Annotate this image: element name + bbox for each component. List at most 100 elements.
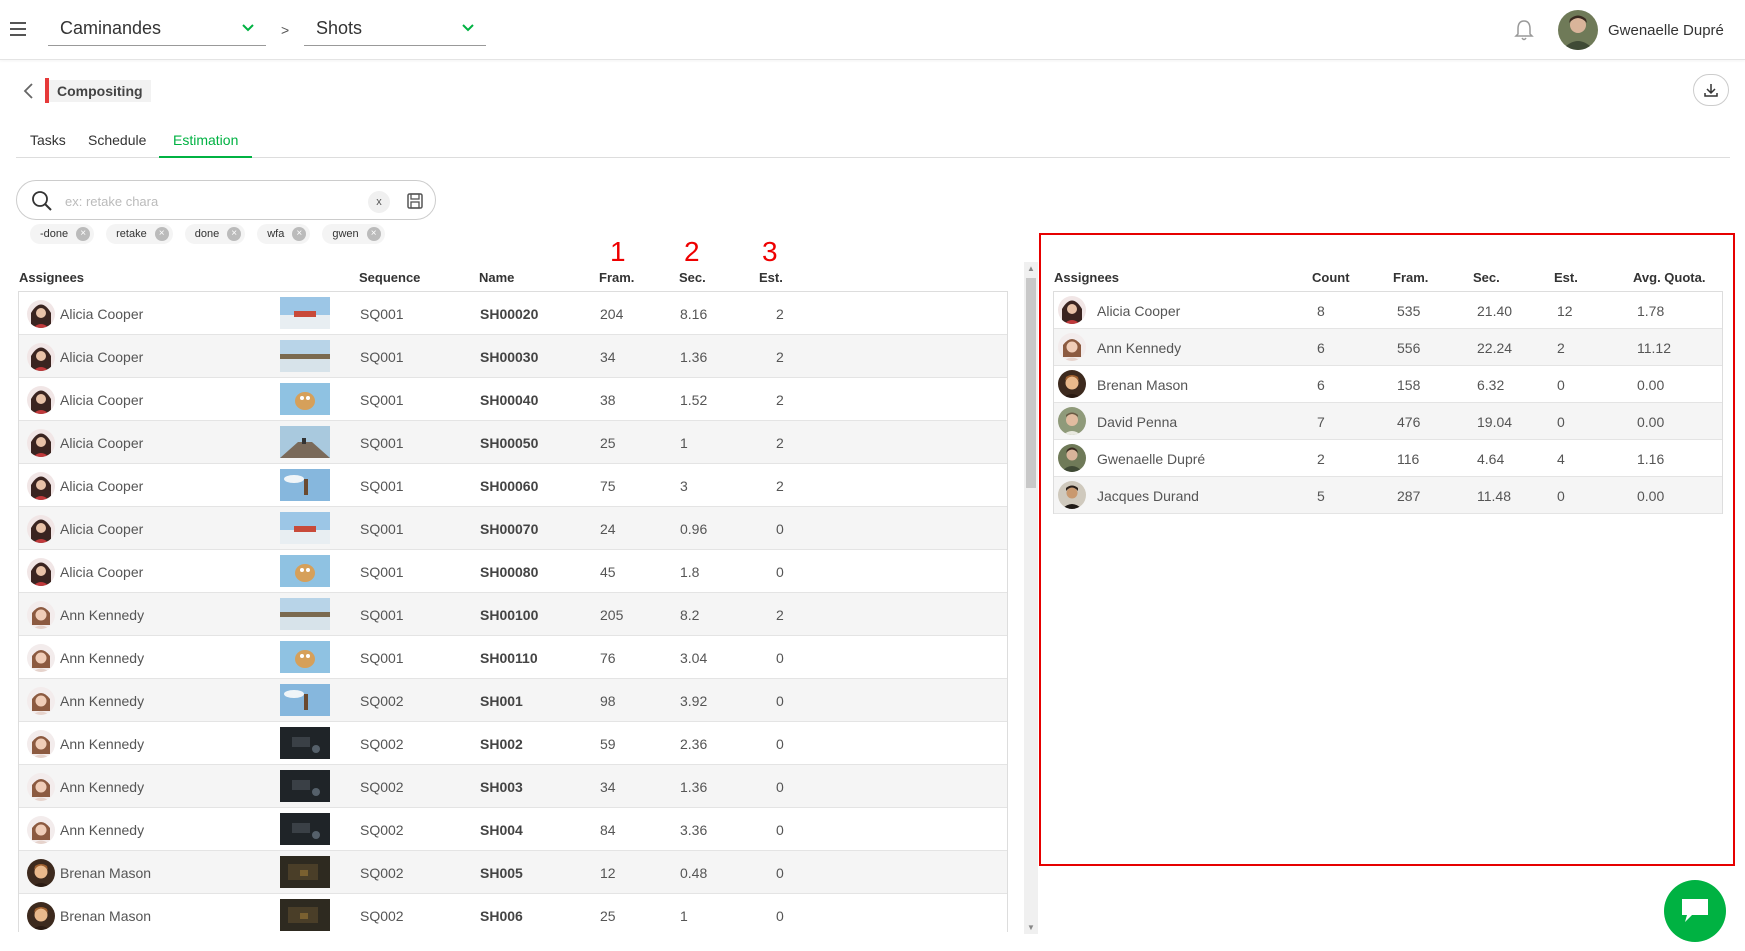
estimation-value[interactable]: 2: [776, 607, 784, 623]
scrollbar[interactable]: ▲ ▼: [1024, 262, 1038, 934]
column-header[interactable]: Est.: [759, 270, 783, 285]
assignee-name[interactable]: Brenan Mason: [60, 865, 151, 881]
table-row[interactable]: Alicia Cooper SQ001 SH00040 38 1.52 2: [19, 378, 1007, 421]
estimation-value[interactable]: 0: [776, 865, 784, 881]
shot-thumbnail[interactable]: [280, 727, 330, 759]
shot-name[interactable]: SH003: [480, 779, 523, 795]
assignee-name[interactable]: Alicia Cooper: [60, 564, 143, 580]
column-header[interactable]: Est.: [1554, 270, 1578, 285]
assignee-name[interactable]: Ann Kennedy: [60, 779, 144, 795]
bell-icon[interactable]: [1513, 18, 1535, 42]
shot-name[interactable]: SH002: [480, 736, 523, 752]
table-row[interactable]: Alicia Cooper SQ001 SH00050 25 1 2: [19, 421, 1007, 464]
table-row[interactable]: Ann Kennedy SQ002 SH004 84 3.36 0: [19, 808, 1007, 851]
table-row[interactable]: Ann Kennedy SQ001 SH00110 76 3.04 0: [19, 636, 1007, 679]
table-row[interactable]: Alicia Cooper SQ001 SH00060 75 3 2: [19, 464, 1007, 507]
assignee-name[interactable]: Alicia Cooper: [60, 392, 143, 408]
shot-name[interactable]: SH00060: [480, 478, 538, 494]
table-row[interactable]: Ann Kennedy SQ001 SH00100 205 8.2 2: [19, 593, 1007, 636]
shot-name[interactable]: SH005: [480, 865, 523, 881]
estimation-value[interactable]: 0: [776, 521, 784, 537]
shot-thumbnail[interactable]: [280, 813, 330, 845]
column-header[interactable]: Sequence: [359, 270, 420, 285]
table-row[interactable]: Ann Kennedy SQ002 SH001 98 3.92 0: [19, 679, 1007, 722]
assignee-name[interactable]: Ann Kennedy: [60, 650, 144, 666]
user-name[interactable]: Gwenaelle Dupré: [1608, 22, 1724, 39]
estimation-value[interactable]: 0: [776, 908, 784, 924]
shot-thumbnail[interactable]: [280, 383, 330, 415]
assignee-name[interactable]: Alicia Cooper: [60, 478, 143, 494]
assignee-name[interactable]: Alicia Cooper: [60, 349, 143, 365]
shot-thumbnail[interactable]: [280, 340, 330, 372]
shot-name[interactable]: SH00020: [480, 306, 538, 322]
filter-chip[interactable]: gwen ×: [322, 224, 385, 244]
shot-name[interactable]: SH004: [480, 822, 523, 838]
remove-filter-icon[interactable]: ×: [76, 227, 91, 241]
estimation-value[interactable]: 2: [776, 349, 784, 365]
estimation-value[interactable]: 2: [776, 435, 784, 451]
shot-name[interactable]: SH00040: [480, 392, 538, 408]
column-header[interactable]: Sec.: [679, 270, 706, 285]
scroll-down-icon[interactable]: ▼: [1027, 923, 1035, 932]
estimation-value[interactable]: 0: [776, 736, 784, 752]
shot-name[interactable]: SH00050: [480, 435, 538, 451]
shot-thumbnail[interactable]: [280, 512, 330, 544]
remove-filter-icon[interactable]: ×: [292, 227, 307, 241]
table-row[interactable]: Alicia Cooper SQ001 SH00020 204 8.16 2: [19, 292, 1007, 335]
tab-schedule[interactable]: Schedule: [74, 120, 160, 158]
assignee-name[interactable]: Alicia Cooper: [60, 435, 143, 451]
shot-name[interactable]: SH00100: [480, 607, 538, 623]
table-row[interactable]: Ann Kennedy SQ002 SH002 59 2.36 0: [19, 722, 1007, 765]
assignee-name[interactable]: Ann Kennedy: [60, 693, 144, 709]
assignee-name[interactable]: Ann Kennedy: [60, 607, 144, 623]
user-avatar[interactable]: [1558, 10, 1598, 50]
back-arrow-icon[interactable]: [22, 82, 36, 100]
estimation-value[interactable]: 0: [776, 693, 784, 709]
shot-thumbnail[interactable]: [280, 684, 330, 716]
menu-icon[interactable]: [10, 22, 26, 36]
estimation-value[interactable]: 2: [776, 478, 784, 494]
section-select[interactable]: Shots: [304, 10, 486, 46]
shot-thumbnail[interactable]: [280, 770, 330, 802]
remove-filter-icon[interactable]: ×: [227, 227, 242, 241]
estimation-value[interactable]: 0: [776, 564, 784, 580]
filter-chip[interactable]: done ×: [184, 224, 246, 244]
shot-thumbnail[interactable]: [280, 426, 330, 458]
column-header[interactable]: Assignees: [1054, 270, 1119, 285]
column-header[interactable]: Fram.: [1393, 270, 1428, 285]
assignee-name[interactable]: Brenan Mason: [60, 908, 151, 924]
tab-tasks[interactable]: Tasks: [16, 120, 80, 158]
filter-chip[interactable]: retake ×: [106, 224, 173, 244]
shot-thumbnail[interactable]: [280, 598, 330, 630]
tab-estimation[interactable]: Estimation: [159, 120, 253, 158]
column-header[interactable]: Assignees: [19, 270, 84, 285]
shot-thumbnail[interactable]: [280, 555, 330, 587]
column-header[interactable]: Fram.: [599, 270, 634, 285]
shot-thumbnail[interactable]: [280, 297, 330, 329]
estimation-value[interactable]: 0: [776, 822, 784, 838]
column-header[interactable]: Sec.: [1473, 270, 1500, 285]
scrollbar-thumb[interactable]: [1026, 278, 1036, 488]
shot-name[interactable]: SH00070: [480, 521, 538, 537]
assignee-name[interactable]: Alicia Cooper: [60, 306, 143, 322]
shot-name[interactable]: SH001: [480, 693, 523, 709]
chat-button[interactable]: [1664, 880, 1726, 942]
estimation-value[interactable]: 0: [776, 650, 784, 666]
table-row[interactable]: Alicia Cooper SQ001 SH00080 45 1.8 0: [19, 550, 1007, 593]
table-row[interactable]: Brenan Mason SQ002 SH006 25 1 0: [19, 894, 1007, 932]
shot-thumbnail[interactable]: [280, 469, 330, 501]
filter-chip[interactable]: wfa ×: [257, 224, 311, 244]
table-row[interactable]: Alicia Cooper SQ001 SH00030 34 1.36 2: [19, 335, 1007, 378]
filter-chip[interactable]: -done ×: [30, 224, 95, 244]
estimation-value[interactable]: 2: [776, 306, 784, 322]
shot-thumbnail[interactable]: [280, 641, 330, 673]
assignee-name[interactable]: Alicia Cooper: [60, 521, 143, 537]
shot-name[interactable]: SH00110: [480, 650, 538, 666]
column-header[interactable]: Avg. Quota.: [1633, 270, 1705, 285]
estimation-value[interactable]: 2: [776, 392, 784, 408]
shot-thumbnail[interactable]: [280, 899, 330, 931]
shot-name[interactable]: SH006: [480, 908, 523, 924]
shot-name[interactable]: SH00030: [480, 349, 538, 365]
table-row[interactable]: Brenan Mason SQ002 SH005 12 0.48 0: [19, 851, 1007, 894]
assignee-name[interactable]: Ann Kennedy: [60, 736, 144, 752]
